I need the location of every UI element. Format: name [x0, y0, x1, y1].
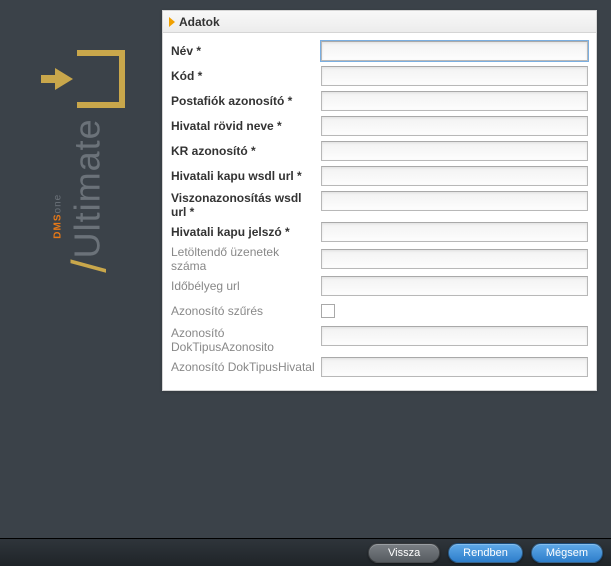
input-postafiok[interactable] [321, 91, 588, 111]
ok-button[interactable]: Rendben [448, 543, 523, 563]
label-idobelyeg: Időbélyeg url [171, 279, 321, 293]
input-jelszo[interactable] [321, 222, 588, 242]
input-wsdl-url[interactable] [321, 166, 588, 186]
brand-product: Ultimate [67, 118, 108, 258]
slash-icon: / [64, 258, 117, 272]
label-letoltendo: Letöltendő üzenetek száma [171, 245, 321, 273]
footer-toolbar: Vissza Rendben Mégsem [0, 538, 611, 566]
cancel-button[interactable]: Mégsem [531, 543, 603, 563]
brand-sidebar: DMSone /Ultimate [30, 50, 150, 400]
input-viszon[interactable] [321, 191, 588, 211]
panel-body: Név * Kód * Postafiók azonosító * Hivata… [163, 33, 596, 390]
input-kod[interactable] [321, 66, 588, 86]
label-szures: Azonosító szűrés [171, 304, 321, 318]
panel-header[interactable]: Adatok [163, 11, 596, 33]
input-nev[interactable] [321, 41, 588, 61]
expand-icon [169, 17, 175, 27]
label-hivatal-rovid: Hivatal rövid neve * [171, 119, 321, 133]
label-kr-azonosito: KR azonosító * [171, 144, 321, 158]
input-idobelyeg[interactable] [321, 276, 588, 296]
input-kr-azonosito[interactable] [321, 141, 588, 161]
checkbox-szures[interactable] [321, 304, 335, 318]
back-button[interactable]: Vissza [368, 543, 440, 563]
brand-logo: DMSone /Ultimate [63, 118, 118, 272]
label-wsdl-url: Hivatali kapu wsdl url * [171, 169, 321, 183]
label-kod: Kód * [171, 69, 321, 83]
label-jelszo: Hivatali kapu jelszó * [171, 225, 321, 239]
label-viszon: Viszonazonosítás wsdl url * [171, 191, 321, 219]
label-postafiok: Postafiók azonosító * [171, 94, 321, 108]
data-panel: Adatok Név * Kód * Postafiók azonosító *… [162, 10, 597, 391]
label-nev: Név * [171, 44, 321, 58]
label-doktipus-azon: Azonosító DokTipusAzonosito [171, 326, 321, 354]
label-doktipus-hivatal: Azonosító DokTipusHivatal [171, 360, 321, 374]
brand-sub: DMSone [53, 194, 64, 239]
input-doktipus-hivatal[interactable] [321, 357, 588, 377]
input-hivatal-rovid[interactable] [321, 116, 588, 136]
panel-title: Adatok [179, 15, 220, 29]
login-arrow-icon [55, 50, 125, 108]
input-doktipus-azon[interactable] [321, 326, 588, 346]
input-letoltendo[interactable] [321, 249, 588, 269]
